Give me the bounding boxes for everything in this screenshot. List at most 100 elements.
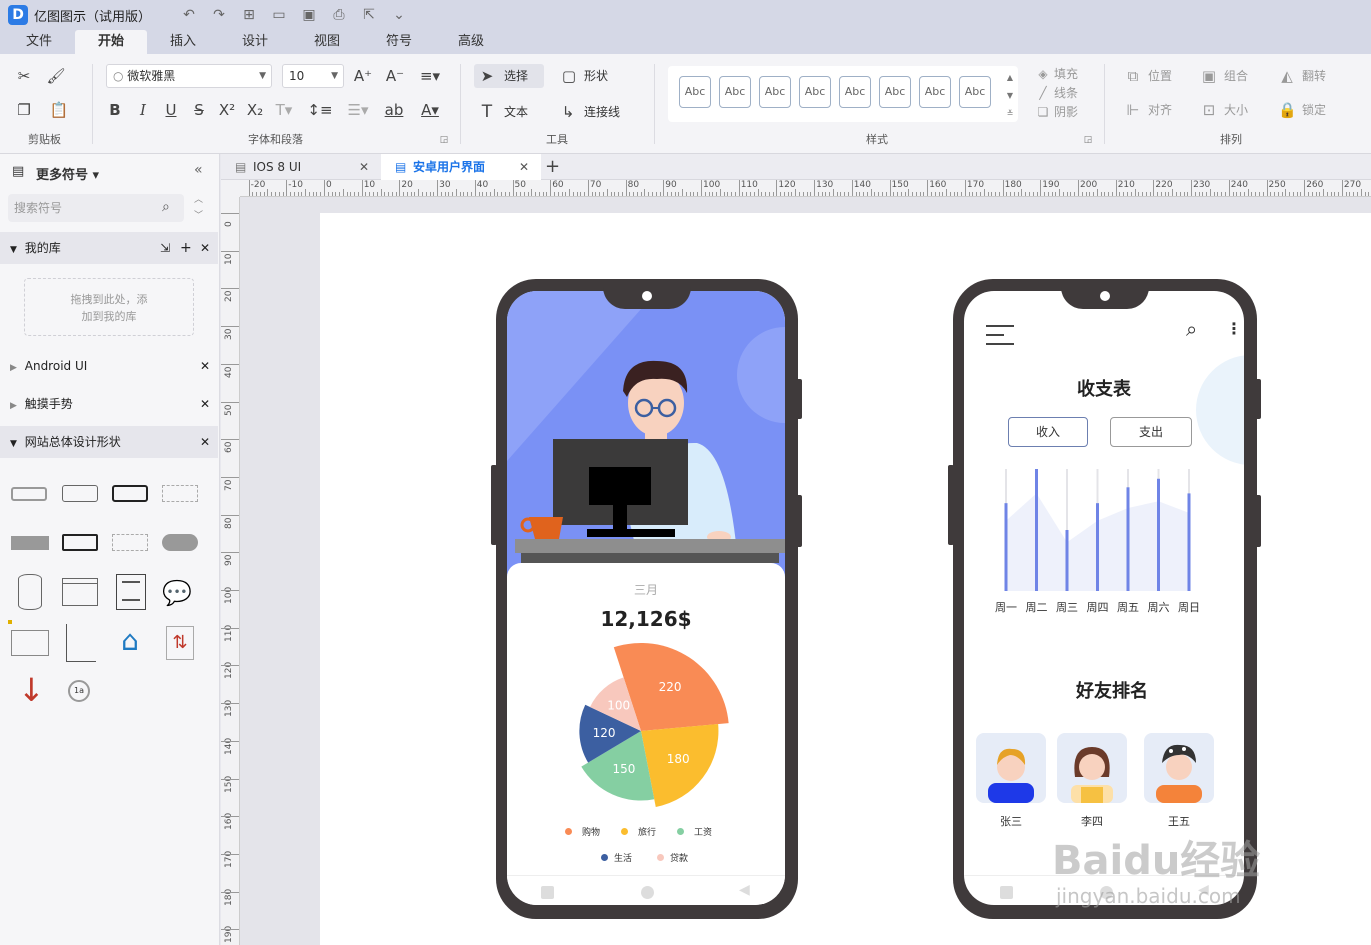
symbol-search-input[interactable]: 搜索符号 (8, 194, 184, 222)
tab-insert[interactable]: 插入 (147, 30, 219, 54)
library-touch-gestures[interactable]: ▶ 触摸手势 ✕ (0, 388, 218, 420)
friend-avatar-card[interactable] (1144, 733, 1214, 803)
close-icon[interactable]: ✕ (359, 154, 369, 180)
text-tool-button[interactable]: T 文本 (478, 100, 548, 124)
shape-button[interactable] (62, 485, 98, 502)
shape-corner-line[interactable] (66, 624, 96, 662)
upload-document-icon[interactable]: ⇅ (166, 626, 194, 660)
close-icon[interactable]: ✕ (200, 350, 210, 382)
down-arrow-icon[interactable]: ↓ (18, 672, 45, 708)
friend-avatar-card[interactable] (1057, 733, 1127, 803)
collapse-sidebar-icon[interactable]: « (194, 162, 203, 178)
shadow-label[interactable]: 阴影 (1054, 102, 1078, 122)
my-library-dropzone[interactable]: 拖拽到此处，添 加到我的库 (24, 278, 194, 336)
search-icon[interactable]: ⌕ (1186, 317, 1197, 341)
export-icon[interactable]: ⇱ (361, 7, 377, 23)
italic-icon[interactable]: I (134, 100, 152, 120)
tab-advanced[interactable]: 高级 (435, 30, 507, 54)
lock-icon[interactable]: 🔒 (1278, 100, 1297, 120)
superscript-icon[interactable]: X² (216, 100, 238, 120)
subscript-icon[interactable]: X₂ (244, 100, 266, 120)
text-case-icon[interactable]: T▾ (272, 100, 296, 120)
more-symbols-button[interactable]: 更多符号 ▾ (36, 164, 99, 183)
line-spacing-icon[interactable]: ↕≡ (306, 100, 334, 120)
close-icon[interactable]: ✕ (200, 426, 210, 458)
badge-circle-icon[interactable]: 1a (68, 680, 90, 702)
style-preset[interactable]: Abc (799, 76, 831, 108)
library-android-ui[interactable]: ▶ Android UI ✕ (0, 350, 218, 382)
select-tool-button[interactable]: ➤ 选择 (474, 64, 544, 88)
underline-icon[interactable]: U (162, 100, 180, 120)
bold-icon[interactable]: B (106, 100, 124, 120)
style-preset[interactable]: Abc (959, 76, 991, 108)
close-icon[interactable]: ✕ (200, 388, 210, 420)
home-icon[interactable]: ⌂ (112, 624, 148, 658)
lock-label[interactable]: 锁定 (1302, 100, 1326, 120)
strikethrough-icon[interactable]: S (190, 100, 208, 120)
doc-tab-android[interactable]: ▤ 安卓用户界面 ✕ (381, 154, 541, 180)
font-highlight-icon[interactable]: ab (380, 100, 408, 120)
phone-1-frame[interactable]: 三月 12,126$ 220 180 150 120 100 购物 旅行 工资 生活 贷… (491, 279, 802, 919)
shape-dark-button[interactable] (62, 534, 98, 551)
recents-icon[interactable] (541, 886, 554, 899)
scroll-down-icon[interactable]: ﹀ (194, 208, 203, 221)
expense-tab-button[interactable]: 支出 (1110, 417, 1192, 447)
shape-bold-button[interactable] (112, 485, 148, 502)
open-folder-icon[interactable]: ▭ (271, 7, 287, 23)
style-preset[interactable]: Abc (679, 76, 711, 108)
dialog-launcher-icon[interactable]: ◲ (1082, 130, 1094, 150)
tab-design[interactable]: 设计 (219, 30, 291, 54)
size-label[interactable]: 大小 (1224, 100, 1248, 120)
style-preset[interactable]: Abc (839, 76, 871, 108)
save-icon[interactable]: ▣ (301, 7, 317, 23)
style-preset[interactable]: Abc (919, 76, 951, 108)
align-label[interactable]: 对齐 (1148, 100, 1172, 120)
fill-icon[interactable]: ◈ (1036, 64, 1050, 84)
font-color-icon[interactable]: A▾ (416, 100, 444, 120)
align-icon[interactable]: ⊩ (1124, 100, 1142, 120)
paste-icon[interactable]: 📋 (46, 100, 72, 120)
tab-view[interactable]: 视图 (291, 30, 363, 54)
new-tab-icon[interactable]: + (545, 154, 565, 180)
income-tab-button[interactable]: 收入 (1008, 417, 1088, 447)
document-icon[interactable] (116, 574, 146, 610)
add-icon[interactable]: + (180, 232, 192, 264)
dialog-launcher-icon[interactable]: ◲ (438, 130, 450, 150)
fill-label[interactable]: 填充 (1054, 64, 1078, 84)
shadow-icon[interactable]: ❏ (1036, 102, 1050, 122)
doc-tab-ios8[interactable]: ▤ IOS 8 UI ✕ (221, 154, 375, 180)
browser-window-icon[interactable] (62, 578, 98, 606)
grow-font-icon[interactable]: A⁺ (352, 66, 374, 86)
my-library-header[interactable]: ▼ 我的库 ⇲ + ✕ (0, 232, 218, 264)
search-icon[interactable]: ⌕ (162, 199, 170, 215)
redo-icon[interactable]: ↷ (211, 7, 227, 23)
friend-avatar-card[interactable] (976, 733, 1046, 803)
close-icon[interactable]: ✕ (200, 232, 210, 264)
bullet-list-icon[interactable]: ☰▾ (344, 100, 372, 120)
style-preset[interactable]: Abc (759, 76, 791, 108)
format-painter-icon[interactable]: 🖌 (46, 66, 66, 86)
new-file-icon[interactable]: ⊞ (241, 7, 257, 23)
more-vertical-icon[interactable]: ⋮ (1226, 319, 1242, 338)
close-icon[interactable]: ✕ (519, 154, 529, 180)
customize-chevron-icon[interactable]: ⌄ (391, 7, 407, 23)
cut-icon[interactable]: ✂ (14, 66, 34, 86)
shape-rounded-button[interactable] (11, 487, 47, 501)
scroll-down-icon[interactable]: ▼ (1004, 86, 1016, 106)
phone-2-frame[interactable]: ⌕ ⋮ 收支表 收入 支出 周一 周二 周三 周四 周五 周六 周日 好友排名 张三 李四 (948, 279, 1261, 919)
scroll-up-icon[interactable]: ▲ (1004, 68, 1016, 88)
style-preset[interactable]: Abc (879, 76, 911, 108)
back-icon[interactable]: ◀ (739, 882, 750, 898)
shape-rectangle[interactable] (11, 630, 49, 656)
database-icon[interactable] (18, 574, 42, 610)
style-preset[interactable]: Abc (719, 76, 751, 108)
font-size-select[interactable]: 10 ▼ (282, 64, 344, 88)
copy-icon[interactable]: ❐ (14, 100, 34, 120)
shrink-font-icon[interactable]: A⁻ (384, 66, 406, 86)
shape-dashed-box[interactable] (112, 534, 148, 551)
home-icon[interactable] (641, 886, 654, 899)
tab-home[interactable]: 开始 (75, 30, 147, 54)
import-icon[interactable]: ⇲ (160, 232, 170, 264)
group-icon[interactable]: ▣ (1200, 66, 1218, 86)
print-icon[interactable]: ⎙ (331, 7, 347, 23)
